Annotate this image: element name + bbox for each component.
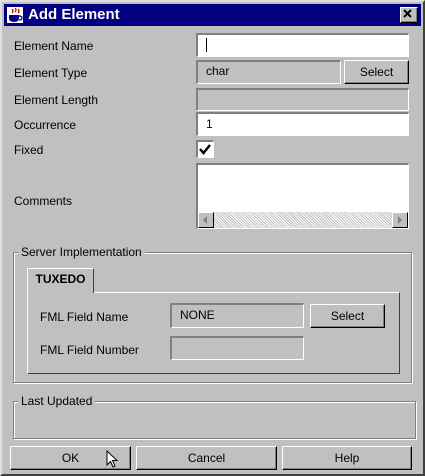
fml-field-number-field: [170, 336, 304, 360]
help-button[interactable]: Help: [282, 446, 412, 470]
server-implementation-legend: Server Implementation: [18, 245, 145, 259]
close-icon: [403, 9, 412, 18]
checkmark-icon: [199, 144, 211, 155]
scroll-left-button[interactable]: [198, 212, 214, 228]
title-bar[interactable]: Add Element: [4, 4, 421, 26]
scroll-right-button[interactable]: [392, 212, 408, 228]
fml-field-number-label: FML Field Number: [40, 343, 139, 357]
element-length-label: Element Length: [14, 93, 99, 107]
fixed-label: Fixed: [14, 143, 44, 157]
text-cursor: [206, 38, 207, 52]
last-updated-legend: Last Updated: [18, 394, 96, 408]
element-type-select-button[interactable]: Select: [344, 60, 409, 84]
add-element-dialog: Add Element Element Name Element Type ch…: [0, 0, 425, 476]
occurrence-input[interactable]: 1: [196, 112, 409, 136]
mouse-pointer-icon: [106, 450, 119, 468]
arrow-left-icon: [203, 216, 207, 224]
element-name-input[interactable]: [196, 33, 409, 57]
fml-field-name-value: NONE: [180, 308, 215, 322]
comments-textarea[interactable]: [196, 163, 409, 229]
element-type-value: char: [206, 64, 230, 78]
window-title: Add Element: [28, 6, 120, 23]
cancel-button[interactable]: Cancel: [136, 446, 277, 470]
comments-horizontal-scrollbar[interactable]: [198, 212, 408, 228]
tab-tuxedo[interactable]: TUXEDO: [27, 268, 94, 293]
fixed-checkbox[interactable]: [196, 140, 214, 158]
fml-field-name-label: FML Field Name: [40, 310, 129, 324]
close-button[interactable]: [400, 7, 418, 23]
fml-field-name-field: NONE: [170, 303, 304, 328]
occurrence-label: Occurrence: [14, 118, 77, 132]
element-type-field: char: [196, 60, 341, 84]
element-length-field: [196, 88, 409, 111]
ok-button[interactable]: OK: [10, 446, 131, 470]
element-type-label: Element Type: [14, 66, 88, 80]
arrow-right-icon: [398, 216, 402, 224]
comments-label: Comments: [14, 194, 73, 208]
coffee-cup-icon: [7, 7, 23, 23]
element-name-label: Element Name: [14, 39, 94, 53]
fml-field-select-button[interactable]: Select: [310, 304, 385, 328]
